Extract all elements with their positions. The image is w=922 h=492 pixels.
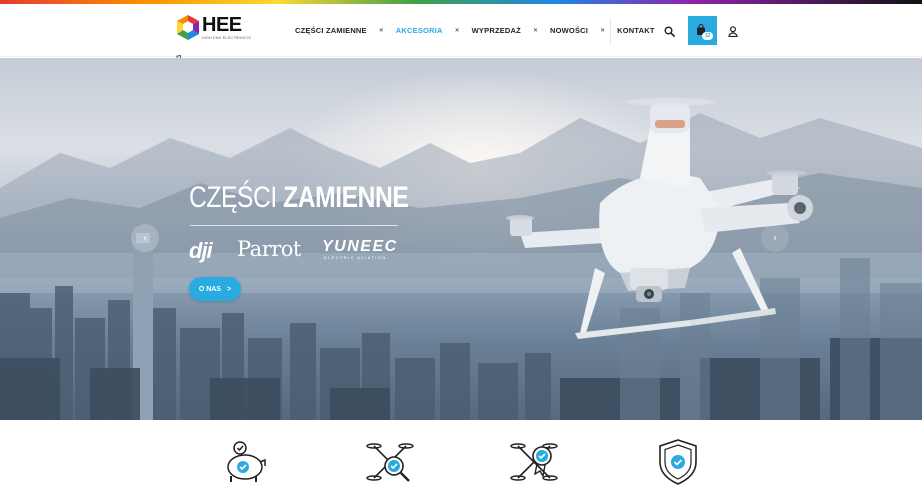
nav-item-kontakt[interactable]: KONTAKT (617, 26, 655, 35)
logo-word: HEE (202, 14, 242, 36)
slider-next-button[interactable]: › (761, 224, 789, 252)
logo[interactable]: HEE HIGH END ELECTRONICS (177, 15, 251, 40)
nav-separator: ✕ (454, 28, 460, 34)
nav-item-nowosci[interactable]: NOWOŚCI (550, 26, 588, 35)
nav-item-czesci-zamienne[interactable]: CZĘŚCI ZAMIENNE (295, 26, 367, 35)
header-divider (610, 18, 611, 44)
chevron-left-icon: ‹ (143, 232, 147, 244)
search-icon[interactable] (664, 26, 675, 37)
cart-count-badge: 12 (702, 32, 713, 40)
about-us-button[interactable]: O NAS > (189, 277, 241, 301)
nav-separator: ✕ (532, 28, 538, 34)
hero-title: CZĘŚCI ZAMIENNE (189, 180, 409, 216)
about-us-label: O NAS (198, 285, 222, 293)
cart-button[interactable]: 12 (688, 16, 717, 45)
shield-check-icon (659, 439, 697, 485)
piggy-bank-check-icon (227, 441, 266, 482)
site-header: HEE HIGH END ELECTRONICS CZĘŚCI ZAMIENNE… (0, 4, 922, 57)
brand-logo-yuneec: YUNEEC ELECTRIC AVIATION (322, 238, 398, 261)
hero-title-underline (190, 225, 398, 226)
main-nav: CZĘŚCI ZAMIENNE ✕ AKCESORIA ✕ WYPRZEDAŻ … (295, 26, 655, 35)
chevron-right-icon: > (227, 285, 232, 293)
brand-yuneec-subtitle: ELECTRIC AVIATION (324, 255, 387, 260)
nav-item-wyprzedaz[interactable]: WYPRZEDAŻ (472, 26, 521, 35)
brand-logo-parrot: Parrot (237, 237, 301, 261)
nav-separator: ✕ (378, 28, 384, 34)
logo-subtitle: HIGH END ELECTRONICS (202, 36, 251, 40)
hero-title-bold: ZAMIENNE (283, 181, 409, 214)
drone-search-check-icon (366, 443, 414, 482)
slider-prev-button[interactable]: ‹ (131, 224, 159, 252)
brand-yuneec-name: YUNEEC (322, 238, 398, 255)
features-strip (0, 420, 922, 492)
logo-cube-icon (177, 15, 199, 40)
drone-award-check-icon (510, 443, 558, 481)
brand-logo-dji: dji (189, 238, 213, 263)
chevron-right-icon: › (773, 232, 777, 244)
hero-title-light: CZĘŚCI (189, 181, 277, 214)
hero-slider: CZĘŚCI ZAMIENNE dji Parrot YUNEEC ELECTR… (0, 58, 922, 420)
nav-separator: ✕ (600, 28, 606, 34)
user-icon[interactable] (728, 26, 738, 37)
nav-item-akcesoria[interactable]: AKCESORIA (396, 26, 443, 35)
